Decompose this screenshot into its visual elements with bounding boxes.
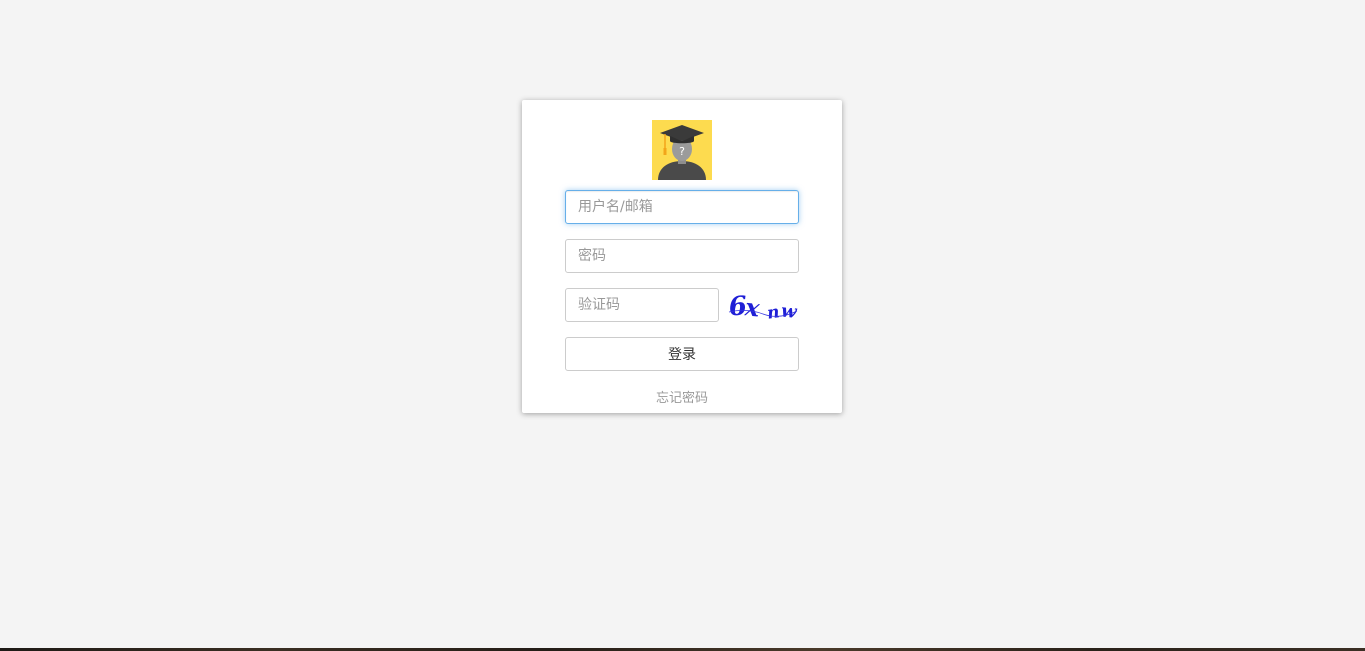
login-card: ? 6 x n w 登录 忘记密码 <box>522 100 842 413</box>
svg-text:n: n <box>766 302 781 324</box>
svg-text:?: ? <box>679 145 685 158</box>
captcha-image[interactable]: 6 x n w <box>727 290 799 324</box>
login-button[interactable]: 登录 <box>565 337 799 371</box>
username-input[interactable] <box>565 190 799 224</box>
graduate-avatar-icon: ? <box>652 120 712 180</box>
captcha-input[interactable] <box>565 288 719 322</box>
svg-text:x: x <box>743 292 762 323</box>
password-input[interactable] <box>565 239 799 273</box>
login-page: ? 6 x n w 登录 忘记密码 <box>0 0 1365 651</box>
forgot-password-link[interactable]: 忘记密码 <box>522 387 842 406</box>
